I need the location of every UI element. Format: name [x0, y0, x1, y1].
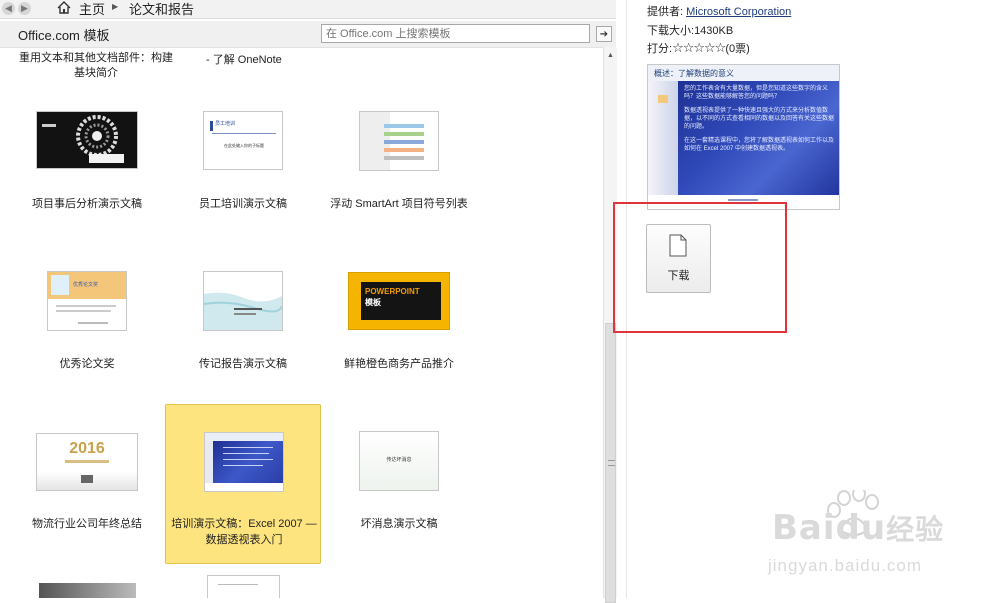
template-thumbnail: 优秀论文奖 [47, 271, 127, 331]
scrollbar-thumb[interactable] [605, 323, 616, 603]
thumbnail-subtitle: 模板 [365, 298, 381, 307]
template-tile-staff-training[interactable]: 员工培训 在此处输入你的子标题 员工培训演示文稿 [165, 100, 321, 260]
template-label-line2: 基块简介 [74, 67, 118, 79]
home-icon[interactable] [57, 1, 71, 14]
breadcrumb-separator-icon: ▶ [112, 2, 119, 11]
template-thumbnail [36, 111, 138, 169]
template-thumbnail: 员工培训 在此处输入你的子标题 [203, 111, 283, 170]
scroll-up-arrow-icon[interactable]: ▲ [604, 49, 617, 61]
rating-label: 打分: [647, 43, 673, 55]
templates-header: Office.com 模板 ➔ [0, 21, 616, 48]
templates-title: Office.com 模板 [18, 28, 110, 43]
template-tile-paper-award[interactable]: 优秀论文奖 优秀论文奖 [9, 260, 165, 420]
template-label: 坏消息演示文稿 [360, 518, 438, 530]
template-gallery-pane: ◀ ▶ 主页 ▶ 论文和报告 Office.com 模板 ➔ 重用文本和其他文档… [0, 0, 617, 603]
template-label-line2: 数据透视表入门 [205, 534, 283, 546]
template-label: 培训演示文稿：Excel 2007 — [171, 518, 317, 530]
template-search-input[interactable] [321, 24, 590, 43]
provider-label: 提供者: [647, 6, 684, 18]
template-label: 项目事后分析演示文稿 [32, 198, 142, 210]
template-thumbnail-partial[interactable] [207, 575, 280, 598]
template-tile-orange-business-pitch[interactable]: POWERPOINT 模板 鲜艳橙色商务产品推介 [321, 260, 477, 420]
search-go-button[interactable]: ➔ [596, 26, 612, 42]
annotation-highlight-box [613, 202, 787, 333]
template-label: 物流行业公司年终总结 [32, 518, 142, 530]
arrow-right-icon: ➔ [599, 28, 609, 40]
grip-icon [608, 460, 615, 466]
template-thumbnail: POWERPOINT 模板 [348, 272, 450, 330]
thumbnail-title: 优秀论文奖 [73, 282, 99, 288]
template-tile-bad-news[interactable]: 传达坏消息 坏消息演示文稿 [321, 404, 477, 564]
template-label: - 了解 OneNote [206, 54, 282, 66]
thumbnail-title: 员工培训 [215, 121, 236, 127]
watermark-brand-cn: 经验 [886, 513, 945, 546]
template-label: 优秀论文奖 [59, 358, 115, 370]
template-tile-excel-pivot-training[interactable]: 培训演示文稿：Excel 2007 — 数据透视表入门 [165, 404, 321, 564]
provider-row: 提供者: Microsoft Corporation [647, 3, 791, 19]
size-label: 下载大小: [647, 25, 695, 37]
navigation-bar: ◀ ▶ 主页 ▶ 论文和报告 [0, 0, 616, 19]
rating-row: 打分:☆☆☆☆☆(0票) [647, 40, 750, 56]
preview-body: 您的工作表含有大量数据，但是您知道这些数字的含义吗？这些数据能够解答您的问题吗？… [684, 85, 834, 153]
template-item-partial[interactable]: 重用文本和其他文档部件：构建 基块简介 [16, 51, 176, 81]
size-value: 1430KB [694, 25, 734, 37]
size-row: 下载大小:1430KB [647, 22, 733, 38]
provider-link[interactable]: Microsoft Corporation [686, 6, 791, 18]
template-label: 鲜艳橙色商务产品推介 [344, 358, 454, 370]
template-tile-floating-smartart[interactable]: 浮动 SmartArt 项目符号列表 [321, 100, 477, 260]
watermark-brand: Baidu [772, 508, 887, 548]
template-label: 员工培训演示文稿 [199, 198, 287, 210]
template-tile-project-review[interactable]: 项目事后分析演示文稿 [9, 100, 165, 260]
rating-stars-icon[interactable]: ☆☆☆☆☆ [672, 40, 726, 55]
template-thumbnail [204, 432, 284, 492]
back-button[interactable]: ◀ [2, 2, 15, 15]
template-label: 重用文本和其他文档部件：构建 [19, 52, 173, 64]
thumbnail-title: POWERPOINT [365, 287, 420, 296]
template-thumbnail: 传达坏消息 [359, 431, 439, 491]
thumbnail-title: 2016 [69, 440, 105, 457]
preview-paragraph: 数据透视表提供了一种快速且强大的方式来分析数值数据，以不同的方式查看相同的数据以… [684, 108, 835, 130]
template-thumbnail [203, 271, 283, 331]
thumbnail-title: 传达坏消息 [386, 457, 412, 463]
preview-title: 概述：了解数据的意义 [654, 69, 734, 78]
template-thumbnail: 2016 [36, 433, 138, 491]
template-tile-biography-report[interactable]: 传记报告演示文稿 [165, 260, 321, 420]
template-preview: 概述：了解数据的意义 您的工作表含有大量数据，但是您知道这些数字的含义吗？这些数… [647, 64, 840, 210]
forward-arrow-icon: ▶ [21, 3, 28, 13]
thumbnail-subtitle: 在此处输入你的子标题 [224, 143, 264, 148]
template-label: 浮动 SmartArt 项目符号列表 [330, 198, 468, 210]
baidu-jingyan-watermark: Baidu经验 jingyan.baidu.com [764, 486, 1000, 598]
template-thumbnail [359, 111, 439, 171]
breadcrumb-category[interactable]: 论文和报告 [129, 0, 194, 18]
breadcrumb-home[interactable]: 主页 [79, 0, 105, 18]
preview-paragraph: 您的工作表含有大量数据，但是您知道这些数字的含义吗？这些数据能够解答您的问题吗？ [684, 86, 829, 100]
preview-paragraph: 在这一套精选课程中，您将了解数据透视表如何工作以及如何在 Excel 2007 … [684, 138, 835, 152]
watermark-url: jingyan.baidu.com [768, 556, 923, 575]
template-item-partial[interactable]: - 了解 OneNote [206, 51, 282, 67]
rating-votes: (0票) [725, 43, 750, 55]
template-thumbnail-partial[interactable] [39, 583, 136, 598]
back-arrow-icon: ◀ [5, 3, 12, 13]
forward-button[interactable]: ▶ [18, 2, 31, 15]
template-tile-logistics-summary[interactable]: 2016 物流行业公司年终总结 [9, 404, 165, 564]
template-label: 传记报告演示文稿 [199, 358, 287, 370]
